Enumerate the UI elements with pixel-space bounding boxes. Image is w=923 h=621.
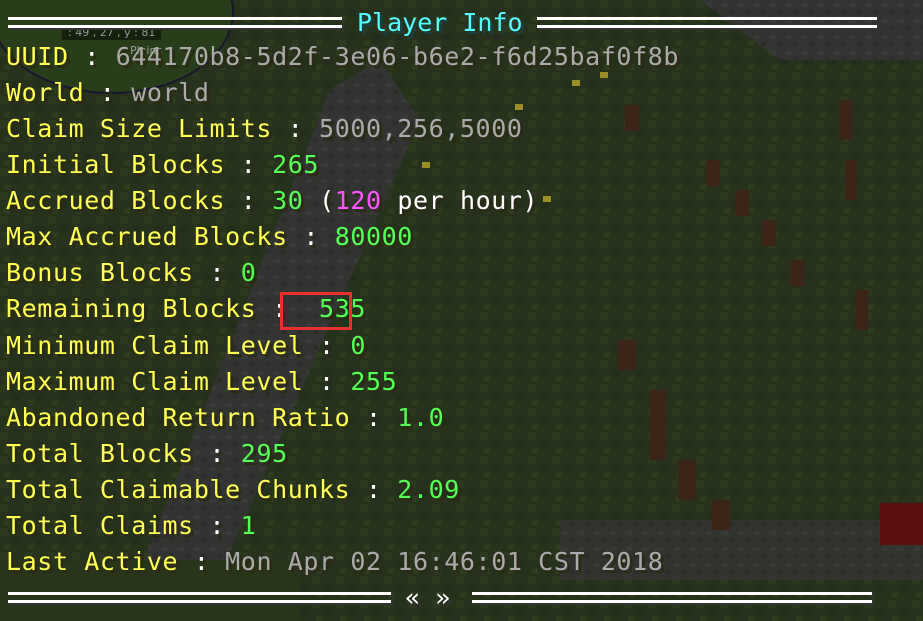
bonus-blocks-label: Bonus Blocks bbox=[6, 258, 194, 287]
abandoned-ratio-row: Abandoned Return Ratio : 1.0 bbox=[6, 401, 444, 435]
footer: « » bbox=[0, 580, 923, 616]
abandoned-ratio-value: 1.0 bbox=[397, 403, 445, 432]
header: Player Info bbox=[0, 6, 923, 40]
abandoned-ratio-label: Abandoned Return Ratio bbox=[6, 403, 351, 432]
max-claim-level-value: 255 bbox=[350, 367, 398, 396]
next-page-button[interactable]: » bbox=[435, 583, 450, 612]
world-row: World : world bbox=[6, 76, 210, 110]
max-accrued-label: Max Accrued Blocks bbox=[6, 222, 288, 251]
total-claims-label: Total Claims bbox=[6, 511, 194, 540]
claim-size-label: Claim Size Limits bbox=[6, 114, 273, 143]
separator: : bbox=[365, 475, 382, 504]
footer-rule-left bbox=[8, 592, 391, 603]
previous-page-button[interactable]: « bbox=[405, 583, 420, 612]
claimable-chunks-label: Total Claimable Chunks bbox=[6, 475, 351, 504]
separator: : bbox=[319, 367, 335, 396]
chat-panel: Player Info UUID : 644170b8-5d2f-3e06-b6… bbox=[0, 0, 923, 621]
total-claims-value[interactable]: 1 bbox=[241, 511, 257, 540]
min-claim-level-row: Minimum Claim Level : 0 bbox=[6, 329, 366, 363]
pagination: « » bbox=[405, 580, 450, 616]
separator: : bbox=[193, 547, 210, 576]
separator: : bbox=[240, 186, 257, 215]
separator: : bbox=[240, 150, 257, 179]
initial-blocks-label: Initial Blocks bbox=[6, 150, 226, 179]
rate-open-paren: ( bbox=[319, 186, 335, 215]
accrual-rate-value: 120 bbox=[334, 186, 382, 215]
min-claim-level-label: Minimum Claim Level bbox=[6, 331, 304, 360]
bonus-blocks-value: 0 bbox=[240, 258, 257, 287]
last-active-value: Mon Apr 02 16:46:01 CST 2018 bbox=[225, 547, 664, 576]
uuid-row: UUID : 644170b8-5d2f-3e06-b6e2-f6d25baf0… bbox=[6, 40, 679, 74]
last-active-row: Last Active : Mon Apr 02 16:46:01 CST 20… bbox=[6, 545, 663, 579]
accrued-blocks-row: Accrued Blocks : 30 (120 per hour) bbox=[6, 184, 538, 218]
claimable-chunks-value: 2.09 bbox=[397, 475, 460, 504]
claimable-chunks-row: Total Claimable Chunks : 2.09 bbox=[6, 473, 460, 507]
separator: : bbox=[209, 511, 226, 540]
accrued-blocks-label: Accrued Blocks bbox=[6, 186, 226, 215]
highlight-box bbox=[280, 292, 352, 330]
world-value: world bbox=[131, 78, 210, 107]
claim-size-value: 5000,256,5000 bbox=[319, 114, 523, 143]
max-claim-level-label: Maximum Claim Level bbox=[6, 367, 304, 396]
header-rule-right bbox=[537, 17, 877, 28]
total-claims-row: Total Claims : 1 bbox=[6, 509, 256, 543]
claim-size-row: Claim Size Limits : 5000,256,5000 bbox=[6, 112, 523, 146]
initial-blocks-row: Initial Blocks : 265 bbox=[6, 148, 319, 182]
uuid-value[interactable]: 644170b8-5d2f-3e06-b6e2-f6d25baf0f8b bbox=[116, 42, 679, 71]
total-blocks-label: Total Blocks bbox=[6, 439, 194, 468]
max-claim-level-row: Maximum Claim Level : 255 bbox=[6, 365, 397, 399]
accrual-rate-suffix: per hour) bbox=[397, 186, 539, 215]
separator: : bbox=[303, 222, 320, 251]
separator: : bbox=[209, 258, 226, 287]
bonus-blocks-row: Bonus Blocks : 0 bbox=[6, 256, 256, 290]
separator: : bbox=[365, 403, 382, 432]
world-label: World bbox=[6, 78, 85, 107]
remaining-blocks-label: Remaining Blocks bbox=[6, 294, 257, 323]
separator: : bbox=[319, 331, 335, 360]
min-claim-level-value: 0 bbox=[350, 331, 366, 360]
separator: : bbox=[84, 42, 100, 71]
max-accrued-value: 80000 bbox=[334, 222, 413, 251]
initial-blocks-value: 265 bbox=[272, 150, 320, 179]
header-rule-left bbox=[8, 17, 342, 28]
last-active-label: Last Active bbox=[6, 547, 179, 576]
separator: : bbox=[99, 78, 116, 107]
separator: : bbox=[209, 439, 226, 468]
uuid-label: UUID bbox=[6, 42, 69, 71]
footer-rule-right bbox=[472, 592, 872, 603]
max-accrued-row: Max Accrued Blocks : 80000 bbox=[6, 220, 413, 254]
accrued-blocks-value: 30 bbox=[272, 186, 304, 215]
separator: : bbox=[287, 114, 304, 143]
total-blocks-row: Total Blocks : 295 bbox=[6, 437, 288, 471]
total-blocks-value: 295 bbox=[240, 439, 288, 468]
page-title: Player Info bbox=[357, 8, 523, 37]
